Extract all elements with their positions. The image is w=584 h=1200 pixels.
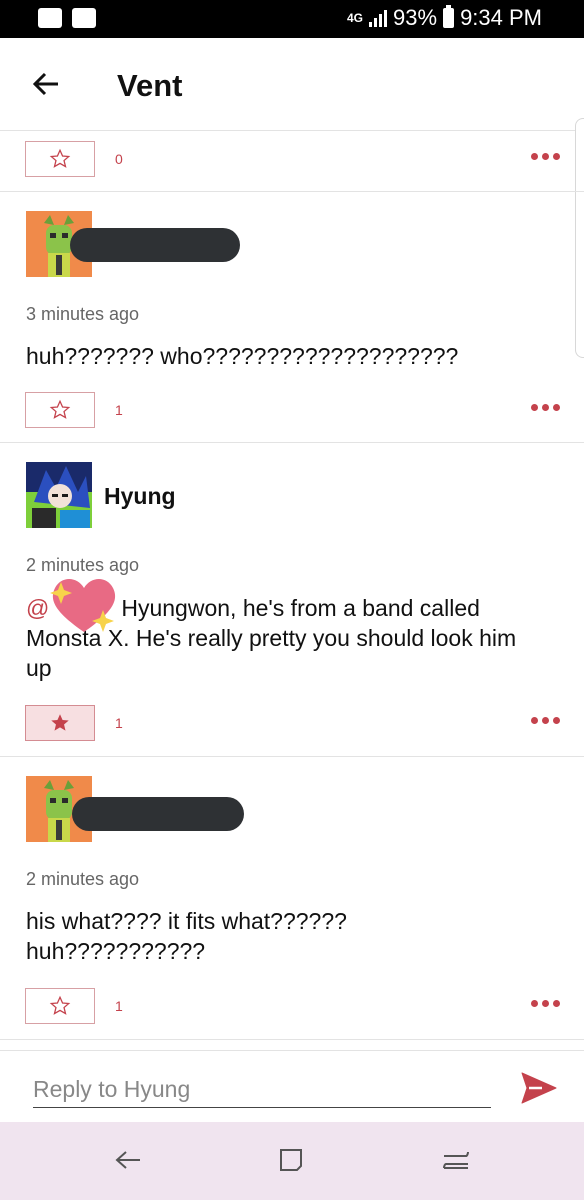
comment-time: 3 minutes ago: [26, 304, 140, 324]
redacted-username: [72, 797, 244, 831]
action-row: 0: [25, 141, 560, 179]
star-count: 1: [115, 715, 123, 731]
comment-text: his what???? it fits what?????? huh?????…: [26, 908, 347, 964]
battery-icon: [443, 5, 455, 28]
star-outline-icon: [49, 399, 71, 419]
status-bar: 4G 93% 9:34 PM: [0, 0, 584, 38]
app-bar: Vent: [0, 38, 584, 131]
star-outline-icon: [49, 995, 71, 1015]
redacted-username: [70, 228, 240, 262]
star-count: 1: [115, 402, 123, 418]
comment-card: 3 minutes ago huh??????? who????????????…: [0, 192, 584, 443]
nav-recents-icon[interactable]: [275, 1144, 307, 1176]
action-row: 1: [25, 705, 560, 743]
comment-card: 2 minutes ago his what???? it fits what?…: [0, 757, 584, 1040]
action-row: 1: [25, 988, 560, 1026]
username[interactable]: Hyung: [104, 483, 176, 510]
star-filled-icon: [51, 714, 69, 731]
post-actions-section: 0: [0, 131, 584, 192]
reply-bar: [0, 1050, 584, 1123]
signal-icon: [369, 9, 388, 27]
more-icon[interactable]: [531, 717, 560, 724]
star-button[interactable]: [25, 988, 95, 1024]
action-row: 1: [25, 392, 560, 430]
system-nav-bar: [0, 1122, 584, 1200]
send-icon[interactable]: [520, 1071, 558, 1105]
comment-text: huh??????? who????????????????????: [26, 343, 459, 369]
nav-home-icon[interactable]: [440, 1144, 472, 1176]
clock: 9:34 PM: [460, 5, 542, 30]
star-count: 0: [115, 151, 123, 167]
message-icon: [38, 8, 62, 28]
star-button[interactable]: [25, 705, 95, 741]
page-title: Vent: [117, 68, 183, 103]
star-button[interactable]: [25, 392, 95, 428]
more-icon[interactable]: [531, 153, 560, 160]
more-icon[interactable]: [531, 1000, 560, 1007]
star-outline-icon: [49, 148, 71, 168]
star-button[interactable]: [25, 141, 95, 177]
image-icon: [72, 8, 96, 28]
more-icon[interactable]: [531, 404, 560, 411]
avatar[interactable]: [26, 462, 92, 528]
back-arrow-icon[interactable]: [30, 68, 62, 100]
battery-percent: 93%: [393, 5, 438, 30]
star-count: 1: [115, 998, 123, 1014]
reply-input[interactable]: [33, 1071, 491, 1108]
nav-back-icon[interactable]: [112, 1144, 144, 1176]
comment-time: 2 minutes ago: [26, 869, 140, 889]
heart-sticker-icon: [50, 579, 116, 632]
network-indicator: 4G: [347, 11, 364, 25]
